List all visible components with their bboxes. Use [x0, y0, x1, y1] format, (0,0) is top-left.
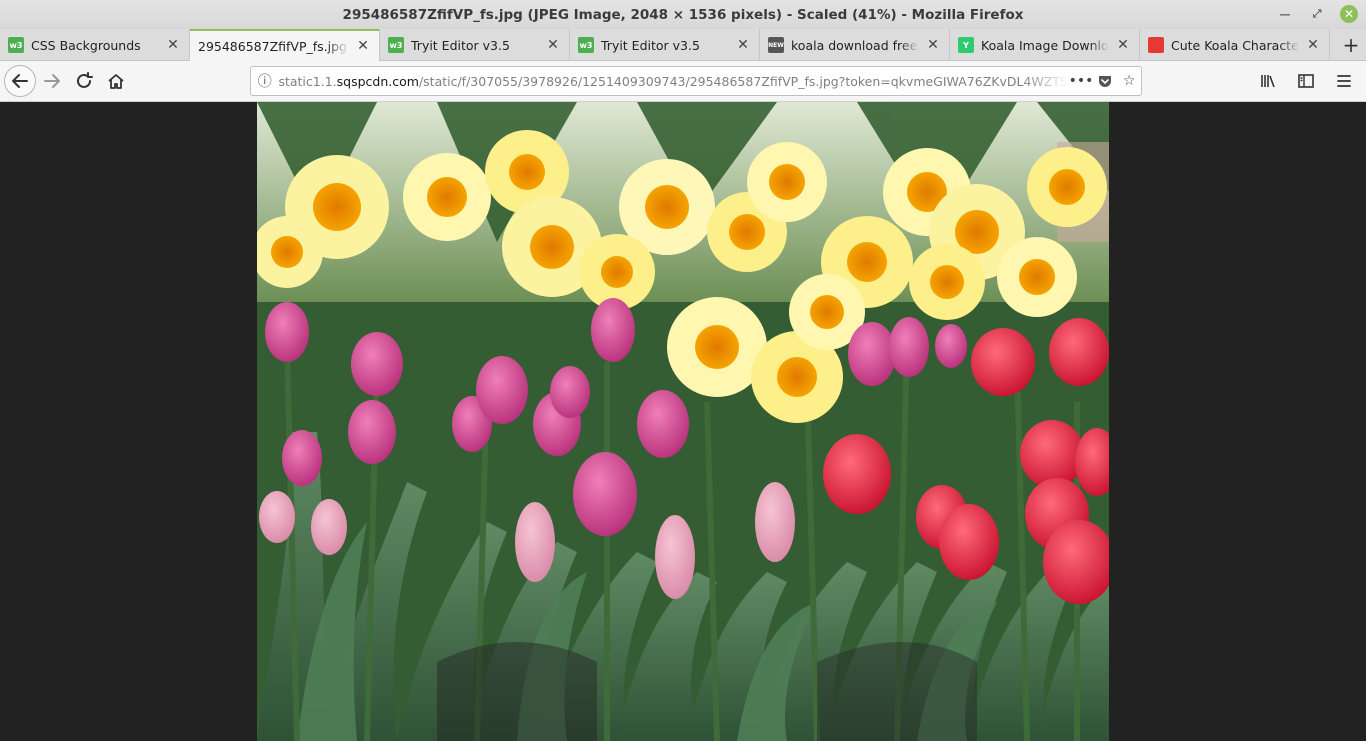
back-button[interactable]: [4, 65, 36, 97]
tab-label: koala download free - engine search: [791, 37, 919, 53]
minimize-icon[interactable]: —: [1276, 5, 1294, 23]
library-icon: [1261, 75, 1275, 88]
url-domain: sqspcdn.com: [336, 73, 419, 89]
image-viewer: [0, 102, 1366, 741]
tab-label: Tryit Editor v3.5: [411, 37, 510, 53]
w3schools-favicon-icon: w3: [8, 37, 24, 53]
pocket-icon[interactable]: [1093, 73, 1117, 89]
url-prefix: static1.1.: [278, 73, 337, 89]
library-button[interactable]: [1252, 65, 1284, 97]
sidebar-icon: [1298, 74, 1314, 88]
window-controls: — ⤢ ✕: [1276, 5, 1358, 23]
new-tab-button[interactable]: +: [1336, 29, 1366, 60]
forward-button[interactable]: [36, 65, 68, 97]
menu-button[interactable]: [1328, 65, 1360, 97]
reload-icon: [77, 72, 93, 88]
page-actions-icon[interactable]: •••: [1069, 73, 1094, 89]
tab-close-icon[interactable]: ✕: [545, 37, 561, 53]
window-title: 295486587ZfifVP_fs.jpg (JPEG Image, 2048…: [342, 6, 1024, 23]
new-favicon-icon: NEW: [768, 37, 784, 53]
arrow-right-icon: [44, 74, 60, 88]
sidebar-button[interactable]: [1290, 65, 1322, 97]
flower-photo[interactable]: [257, 102, 1109, 741]
arrow-left-icon: [12, 74, 28, 88]
tab-tryit-editor-2[interactable]: w3 Tryit Editor v3.5 ✕: [570, 29, 760, 61]
tab-close-icon[interactable]: ✕: [735, 37, 751, 53]
w3schools-favicon-icon: w3: [388, 37, 404, 53]
home-button[interactable]: [100, 65, 132, 97]
window-titlebar: 295486587ZfifVP_fs.jpg (JPEG Image, 2048…: [0, 0, 1366, 29]
tab-strip: w3 CSS Backgrounds ✕ 295486587ZfifVP_fs.…: [0, 29, 1366, 61]
red-favicon-icon: [1148, 37, 1164, 53]
tab-label: 295486587ZfifVP_fs.jpg (JPEG Image, 2048…: [198, 38, 349, 54]
url-path: /static/f/307055/3978926/1251409309743/2…: [418, 73, 1069, 89]
w3schools-favicon-icon: w3: [578, 37, 594, 53]
tab-label: Tryit Editor v3.5: [601, 37, 700, 53]
tab-koala-download[interactable]: NEW koala download free - engine search …: [760, 29, 950, 61]
restore-icon[interactable]: ⤢: [1308, 5, 1326, 23]
tab-close-icon[interactable]: ✕: [165, 37, 181, 53]
reload-button[interactable]: [68, 65, 100, 97]
url-bar[interactable]: ⓘ static1.1.sqspcdn.com/static/f/307055/…: [250, 66, 1142, 96]
tab-label: Koala Image Download: [981, 37, 1109, 53]
tab-cute-koala[interactable]: Cute Koala Character Elements ✕: [1140, 29, 1330, 61]
tab-label: CSS Backgrounds: [31, 37, 141, 53]
site-info-icon[interactable]: ⓘ: [251, 71, 278, 91]
tab-tryit-editor[interactable]: w3 Tryit Editor v3.5 ✕: [380, 29, 570, 61]
navigation-toolbar: ⓘ static1.1.sqspcdn.com/static/f/307055/…: [0, 61, 1366, 102]
tab-close-icon[interactable]: ✕: [1305, 37, 1321, 53]
y-favicon-icon: Y: [958, 37, 974, 53]
hamburger-menu-icon: [1337, 75, 1351, 87]
tab-css-backgrounds[interactable]: w3 CSS Backgrounds ✕: [0, 29, 190, 61]
tab-koala-image[interactable]: Y Koala Image Download ✕: [950, 29, 1140, 61]
toolbar-right: [1252, 65, 1360, 97]
flower-photo-illustration: [257, 102, 1109, 741]
tab-close-icon[interactable]: ✕: [1115, 37, 1131, 53]
bookmark-star-icon[interactable]: ☆: [1117, 73, 1141, 89]
url-text[interactable]: static1.1.sqspcdn.com/static/f/307055/39…: [278, 74, 1068, 89]
close-icon[interactable]: ✕: [1340, 5, 1358, 23]
tab-close-icon[interactable]: ✕: [925, 37, 941, 53]
tab-label: Cute Koala Character Elements: [1171, 37, 1299, 53]
tab-close-icon[interactable]: ✕: [355, 38, 371, 54]
home-icon: [108, 74, 124, 89]
tab-image[interactable]: 295486587ZfifVP_fs.jpg (JPEG Image, 2048…: [190, 29, 380, 61]
